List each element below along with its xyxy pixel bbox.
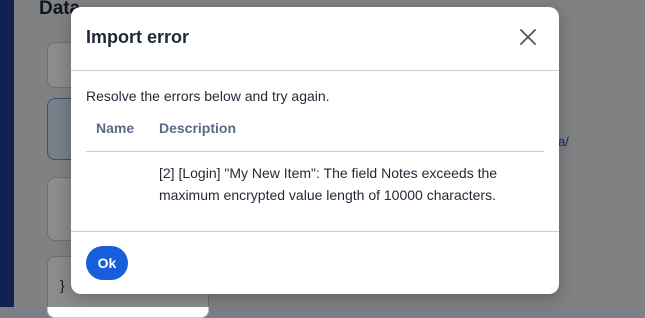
close-icon (520, 29, 536, 45)
dialog-message: Resolve the errors below and try again. (86, 88, 330, 104)
table-header: Name Description (86, 120, 544, 152)
ok-button[interactable]: Ok (86, 246, 128, 280)
dialog-title: Import error (86, 27, 190, 47)
dialog-body: Resolve the errors below and try again. … (71, 71, 559, 231)
column-header-name: Name (96, 120, 135, 136)
close-button[interactable] (513, 22, 543, 52)
table-row-description: [2] [Login] "My New Item": The field Not… (159, 165, 498, 203)
dialog-footer: Ok (71, 231, 559, 294)
dialog-header: Import error (71, 7, 559, 71)
import-error-dialog: Import error Resolve the errors below an… (71, 7, 559, 294)
column-header-description: Description (159, 120, 237, 136)
